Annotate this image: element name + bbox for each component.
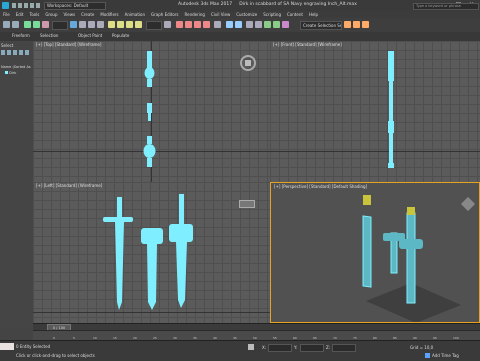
add-time-tag-icon[interactable] [425,353,430,358]
front-view-wireframe [388,51,394,168]
rendered-frame-icon[interactable] [353,21,360,28]
pivot-icon[interactable] [164,21,171,28]
menu-customize[interactable]: Customize [236,12,257,17]
ribbon-tab-freeform[interactable]: Freeform [12,33,30,38]
mirror-icon[interactable] [226,21,233,28]
workspace-dropdown[interactable]: Workspaces: Default [44,2,106,10]
redo-icon[interactable] [12,21,19,28]
viewcube-icon[interactable] [240,55,256,71]
curve-editor-icon[interactable] [264,21,271,28]
render-setup-icon[interactable] [344,21,351,28]
viewport-front[interactable]: [+] [Front] [Standard] [Wireframe] [270,41,480,183]
rect-selection-icon[interactable] [88,21,95,28]
persp-view-model [362,195,461,322]
coord-y-field[interactable] [300,344,324,352]
menu-civil-view[interactable]: Civil View [211,12,230,17]
scene-explorer-toolbar[interactable] [1,50,31,55]
percent-snap-icon[interactable] [194,21,201,28]
menu-rendering[interactable]: Rendering [185,12,205,17]
move-icon[interactable] [108,21,115,28]
coord-z-label: Z: [326,345,331,350]
left-view-wireframe [103,194,193,310]
align-icon[interactable] [235,21,242,28]
place-icon[interactable] [135,21,142,28]
menu-animation[interactable]: Animation [125,12,145,17]
coord-y-label: Y: [294,345,298,350]
coord-x-field[interactable] [268,344,292,352]
link-icon[interactable] [24,21,31,28]
object-name: Dirk [9,71,17,75]
spinner-snap-icon[interactable] [203,21,210,28]
menu-create[interactable]: Create [81,12,94,17]
lock-selection-icon[interactable] [248,344,254,350]
coord-z-field[interactable] [332,344,356,352]
menu-modifiers[interactable]: Modifiers [100,12,118,17]
select-icon[interactable] [70,21,77,28]
bind-icon[interactable] [42,21,49,28]
scene-object-item[interactable]: Dirk [5,71,16,75]
select-by-name-icon[interactable] [79,21,86,28]
menu-scripting[interactable]: Scripting [263,12,281,17]
maxscript-listener[interactable] [0,343,14,350]
window-crossing-icon[interactable] [97,21,104,28]
ribbon-tab-selection[interactable]: Selection [40,33,58,38]
layer-icon[interactable] [246,21,253,28]
viewport-left-nav-icon[interactable] [239,200,255,208]
object-icon [5,71,8,74]
add-time-tag-button[interactable]: Add Time Tag [432,353,459,358]
snap-icon[interactable] [176,21,183,28]
prompt-hint: Click or click-and-drag to select object… [16,353,95,358]
scene-explorer-title: Select [1,43,14,48]
schematic-icon[interactable] [273,21,280,28]
menu-help[interactable]: Help [309,12,318,17]
render-icon[interactable] [362,21,369,28]
reference-dropdown[interactable] [146,21,162,30]
menu-bar: File Edit Tools Group Views Create Modifiers An… [0,3,480,18]
viewport-top[interactable]: [+] [Top] [Standard] [Wireframe] [33,41,271,183]
app-logo-icon[interactable] [2,2,9,9]
menu-edit[interactable]: Edit [16,12,24,17]
file-name: Dirk in scabbard of SA Navy engraving In… [239,2,357,7]
viewport-left[interactable]: [+] [Left] [Standard] [Wireframe] [33,182,271,323]
top-view-wireframe [143,51,156,167]
coord-x-label: X: [262,345,267,350]
window-title: Autodesk 3ds Max 2017 Dirk in scabbard o… [178,2,357,7]
menu-views[interactable]: Views [64,12,76,17]
rotate-icon[interactable] [117,21,124,28]
scene-explorer: Select Name (Sorted As Dirk [0,41,34,329]
grid-size: Grid = 10,0 [410,345,434,350]
menu-content[interactable]: Content [287,12,303,17]
edit-named-selection-icon[interactable] [214,21,221,28]
status-bar: 0 Entity Selected Click or click-and-dra… [0,340,480,361]
graphite-icon[interactable] [255,21,262,28]
undo-icon[interactable] [3,21,10,28]
material-editor-icon[interactable] [282,21,289,28]
quick-access-icons[interactable] [12,3,40,8]
menu-file[interactable]: File [3,12,10,17]
scale-icon[interactable] [126,21,133,28]
scene-explorer-column-header[interactable]: Name (Sorted As [1,65,31,69]
angle-snap-icon[interactable] [185,21,192,28]
ribbon-tab-populate[interactable]: Populate [112,33,129,38]
filter-dropdown[interactable] [52,21,68,30]
app-title: Autodesk 3ds Max 2017 [178,2,233,7]
selection-status: 0 Entity Selected [16,344,51,349]
menu-graph-editors[interactable]: Graph Editors [151,12,178,17]
ribbon-tab-object-paint[interactable]: Object Paint [78,33,102,38]
unlink-icon[interactable] [33,21,40,28]
viewport-perspective[interactable]: [+] [Perspective] [Standard] [Default Sh… [270,182,480,323]
selection-set-dropdown[interactable]: Create Selection Se [300,21,342,30]
menu-tools[interactable]: Tools [29,12,39,17]
menu-group[interactable]: Group [45,12,57,17]
search-input[interactable]: Type a keyword or phrase [413,3,479,10]
